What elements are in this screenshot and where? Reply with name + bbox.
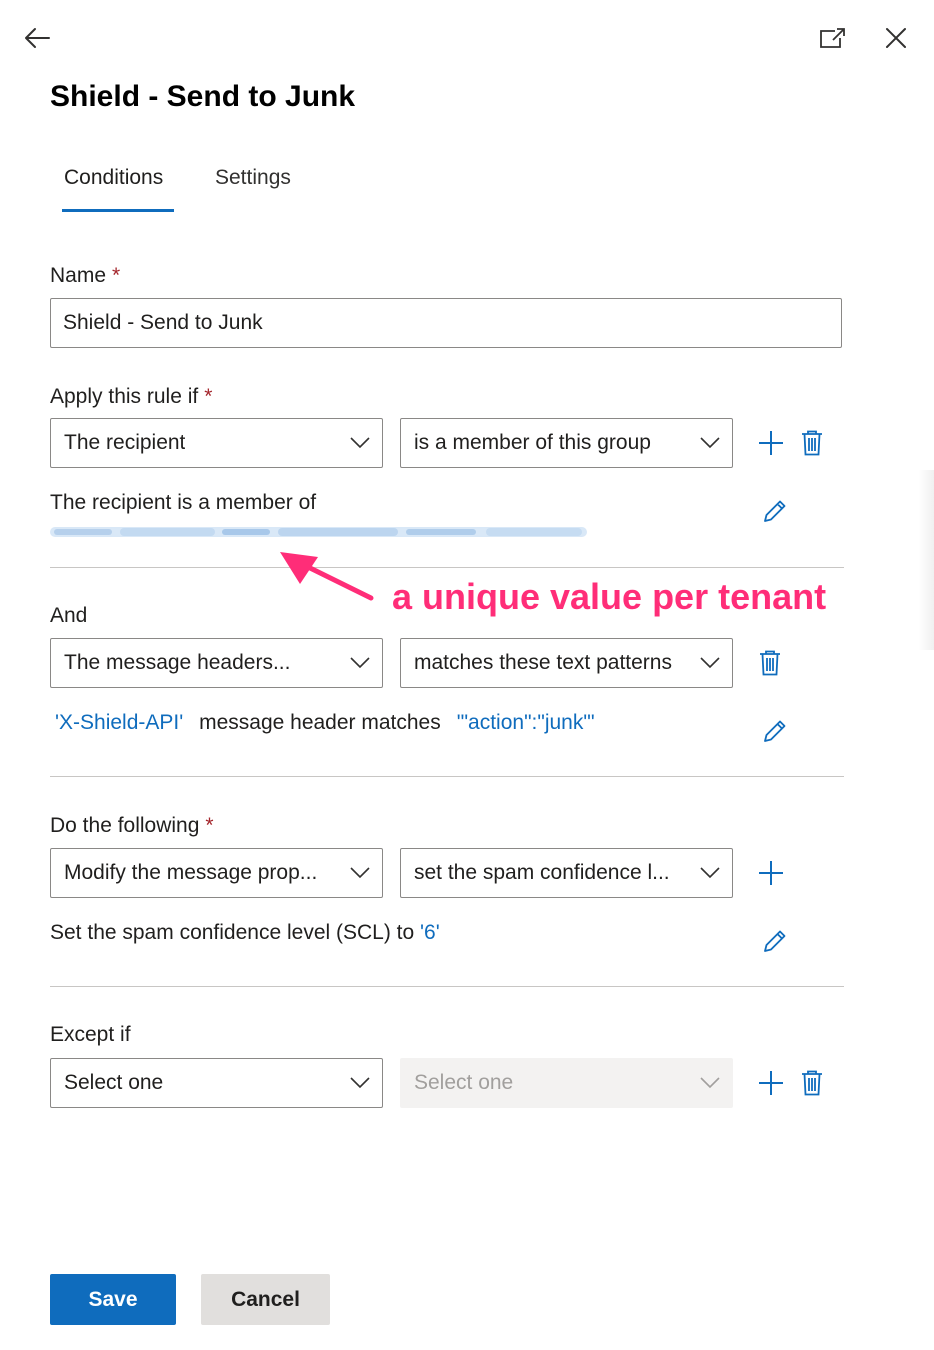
annotation-arrow [280, 552, 374, 601]
edit-scl-button[interactable] [760, 926, 790, 956]
delete-and-condition-button[interactable] [756, 648, 784, 678]
dropdown-value: Select one [64, 1071, 164, 1094]
edit-pencil-icon [764, 500, 786, 522]
header-match-text: message header matches [199, 711, 441, 734]
and-condition-dropdown[interactable]: The message headers... [50, 638, 383, 688]
tab-settings[interactable]: Settings [215, 166, 291, 190]
add-icon [759, 431, 783, 455]
header-pattern-link[interactable]: '"action":"junk"' [457, 711, 595, 734]
redacted-group-value [50, 527, 587, 537]
delete-icon [802, 430, 822, 456]
dropdown-value: matches these text patterns [414, 651, 672, 674]
close-icon [886, 28, 906, 48]
header-name-link[interactable]: 'X-Shield-API' [55, 711, 183, 734]
apply-rule-label: Apply this rule if * [50, 385, 212, 409]
delete-icon [760, 650, 780, 676]
back-button[interactable] [20, 22, 54, 54]
panel-edge-shadow [918, 470, 934, 650]
add-icon [759, 861, 783, 885]
except-if-label: Except if [50, 1023, 131, 1046]
dropdown-value: Select one [414, 1071, 514, 1094]
add-exception-button[interactable] [756, 1068, 786, 1098]
apply-operator-dropdown[interactable]: is a member of this group [400, 418, 733, 468]
apply-condition-dropdown[interactable]: The recipient [50, 418, 383, 468]
close-button[interactable] [880, 22, 912, 54]
chevron-down-icon [350, 1077, 370, 1089]
annotation-text: a unique value per tenant [392, 576, 827, 617]
active-tab-indicator [62, 209, 174, 212]
add-condition-button[interactable] [756, 428, 786, 458]
add-icon [759, 1071, 783, 1095]
except-operator-dropdown: Select one [400, 1058, 733, 1108]
delete-exception-button[interactable] [798, 1068, 826, 1098]
action-property-dropdown[interactable]: set the spam confidence l... [400, 848, 733, 898]
chevron-down-icon [700, 657, 720, 669]
dropdown-value: The message headers... [64, 651, 291, 674]
action-dropdown[interactable]: Modify the message prop... [50, 848, 383, 898]
chevron-down-icon [350, 657, 370, 669]
apply-rule-description: The recipient is a member of [50, 491, 317, 514]
dropdown-value: The recipient [64, 431, 186, 454]
scl-description-text: Set the spam confidence level (SCL) to [50, 921, 415, 944]
panel-title: Shield - Send to Junk [50, 80, 356, 113]
cancel-button[interactable]: Cancel [201, 1274, 330, 1325]
and-rule-description: 'X-Shield-API' message header matches '"… [55, 711, 595, 735]
back-arrow-icon [25, 28, 50, 48]
chevron-down-icon [350, 437, 370, 449]
dropdown-value: set the spam confidence l... [414, 861, 670, 884]
section-divider [50, 776, 844, 777]
action-description: Set the spam confidence level (SCL) to '… [50, 921, 440, 945]
open-in-new-window-icon [820, 28, 845, 48]
scl-value-link[interactable]: '6' [420, 921, 440, 944]
tab-conditions[interactable]: Conditions [64, 166, 163, 190]
required-mark: * [204, 385, 213, 408]
edit-pencil-icon [764, 720, 786, 742]
chevron-down-icon [350, 867, 370, 879]
do-following-label-text: Do the following [50, 814, 200, 837]
name-label-text: Name [50, 264, 107, 287]
dropdown-value: is a member of this group [414, 431, 651, 454]
add-action-button[interactable] [756, 858, 786, 888]
section-divider [50, 567, 844, 568]
open-in-new-window-button[interactable] [816, 24, 848, 52]
and-label: And [50, 604, 88, 627]
chevron-down-icon [700, 437, 720, 449]
edit-pencil-icon [764, 930, 786, 952]
chevron-down-icon [700, 1077, 720, 1089]
edit-header-match-button[interactable] [760, 716, 790, 746]
delete-condition-button[interactable] [798, 428, 826, 458]
required-mark: * [205, 814, 214, 837]
dropdown-value: Modify the message prop... [64, 861, 318, 884]
and-operator-dropdown[interactable]: matches these text patterns [400, 638, 733, 688]
do-following-label: Do the following * [50, 814, 214, 838]
required-mark: * [112, 264, 121, 287]
delete-icon [802, 1070, 822, 1096]
name-input[interactable] [50, 298, 842, 348]
apply-rule-label-text: Apply this rule if [50, 385, 199, 408]
except-condition-dropdown[interactable]: Select one [50, 1058, 383, 1108]
section-divider [50, 986, 844, 987]
edit-recipient-group-button[interactable] [760, 496, 790, 526]
name-label: Name * [50, 264, 120, 288]
save-button[interactable]: Save [50, 1274, 176, 1325]
chevron-down-icon [700, 867, 720, 879]
